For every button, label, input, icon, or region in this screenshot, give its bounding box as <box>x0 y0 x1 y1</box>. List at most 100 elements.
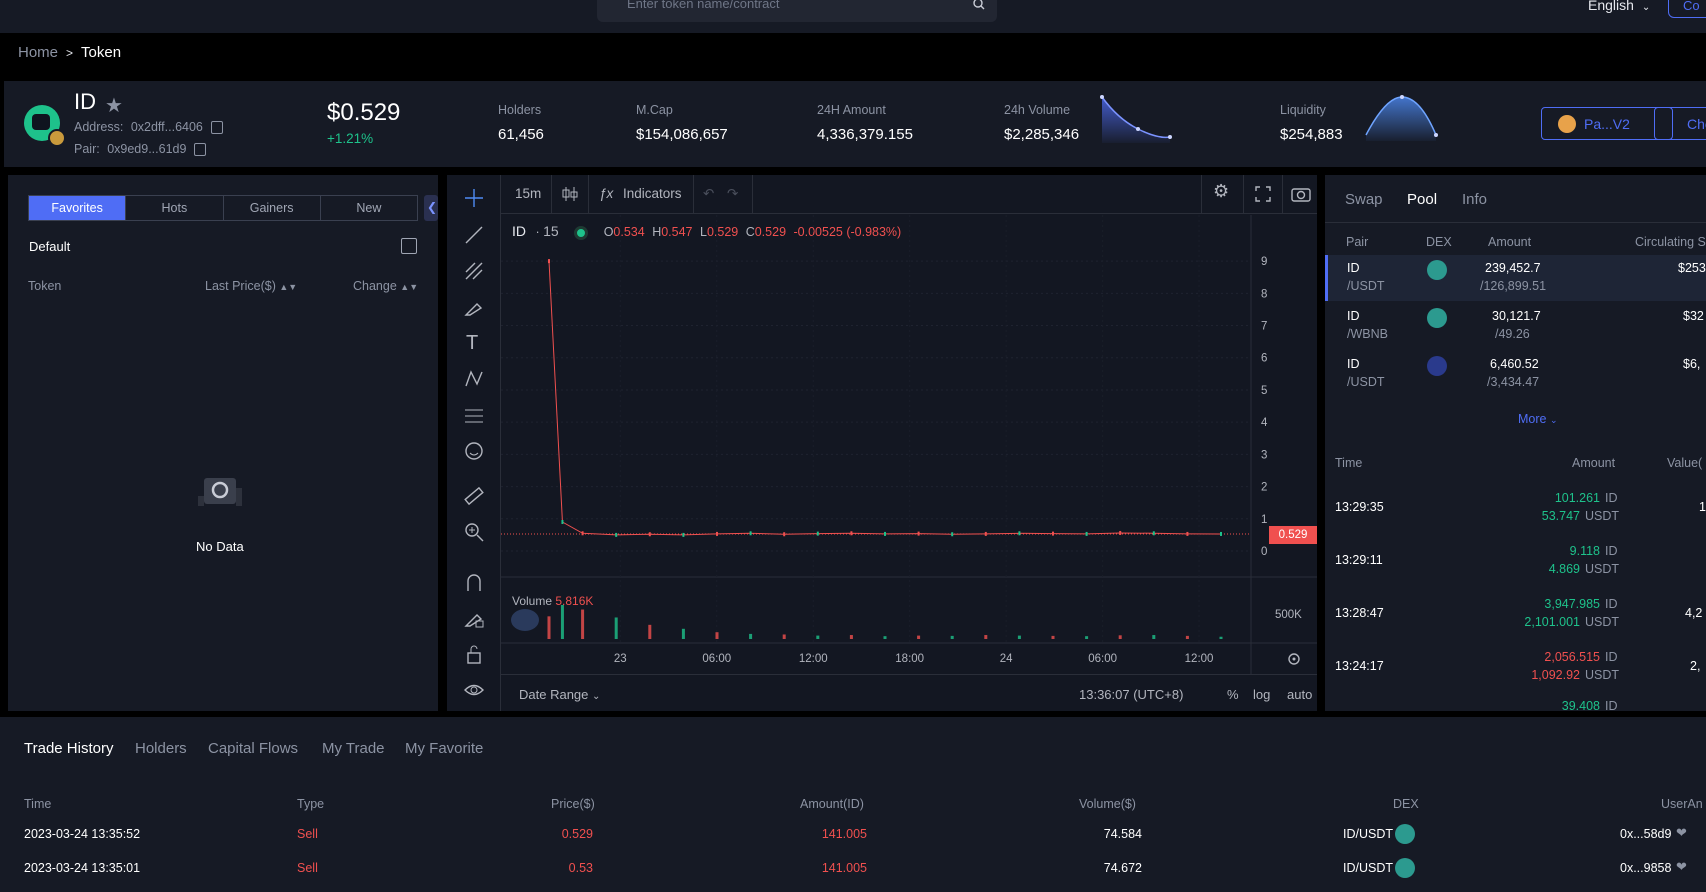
check-button[interactable]: Chec <box>1654 107 1706 140</box>
stat-24h-amount-value: 4,336,379.155 <box>817 126 913 143</box>
token-header: ID ★ Address: 0x2dff...6406 Pair: 0x9ed9… <box>4 81 1706 167</box>
y-tick-label: 0 <box>1261 546 1267 558</box>
pool-col-amount: Amount <box>1488 235 1532 249</box>
chevron-down-icon: ⌄ <box>1641 2 1651 13</box>
edit-icon[interactable] <box>401 238 417 254</box>
tab-trade-history[interactable]: Trade History <box>24 740 113 757</box>
lock-drawings-icon[interactable] <box>463 607 485 629</box>
axis-settings-icon[interactable] <box>1286 651 1302 667</box>
fullscreen-icon[interactable] <box>1255 186 1271 202</box>
candle-style-icon[interactable] <box>561 185 579 203</box>
candle <box>783 532 786 537</box>
unlock-icon[interactable] <box>463 643 485 665</box>
token-search-input[interactable]: Enter token name/contract <box>597 0 997 22</box>
col-time: Time <box>24 797 52 811</box>
fib-tool-icon[interactable] <box>463 260 485 282</box>
table-row[interactable]: 2023-03-24 13:35:01 Sell 0.53 141.005 74… <box>0 853 1706 883</box>
search-icon[interactable] <box>973 0 985 10</box>
trendline-icon[interactable] <box>463 224 485 246</box>
candle <box>648 532 651 537</box>
chart-logo-icon <box>511 609 539 631</box>
trade-row: 13:29:35 101.261 ID 53.747 USDT 1 <box>1335 491 1706 523</box>
tab-my-favorite[interactable]: My Favorite <box>405 740 483 757</box>
brush-icon[interactable] <box>463 296 485 318</box>
pool-row[interactable]: ID /USDT 239,452.7 /126,899.51 $253 <box>1325 255 1706 301</box>
token-address: Address: 0x2dff...6406 <box>74 120 223 135</box>
breadcrumb-home[interactable]: Home <box>18 44 58 61</box>
indicators-button[interactable]: Indicators <box>623 186 682 201</box>
tab-swap[interactable]: Swap <box>1345 191 1383 208</box>
tab-pool[interactable]: Pool <box>1407 191 1437 208</box>
volume-bar <box>917 635 921 639</box>
volume-bar <box>547 616 551 639</box>
tab-gainers[interactable]: Gainers <box>224 196 321 220</box>
candle <box>581 531 584 536</box>
copy-address-icon[interactable] <box>210 121 223 135</box>
settings-gear-icon[interactable]: ⚙ <box>1213 181 1229 202</box>
date-range-select[interactable]: Date Range ⌄ <box>519 687 600 702</box>
interval-select[interactable]: 15m <box>515 186 541 201</box>
crosshair-icon[interactable] <box>463 187 485 209</box>
pool-col-dex: DEX <box>1426 235 1452 249</box>
copy-pair-icon[interactable] <box>194 143 207 157</box>
heart-icon[interactable]: ❤ <box>1676 859 1687 875</box>
candle <box>548 259 550 264</box>
col-last-price[interactable]: Last Price($) ▲▼ <box>205 279 297 293</box>
price-plot[interactable]: 9 8 7 6 5 4 3 2 1 0 23 06:00 12:00 18:00 24 06:00 12:00 <box>501 215 1317 674</box>
tab-info[interactable]: Info <box>1462 191 1487 208</box>
pattern-icon[interactable] <box>463 368 485 390</box>
col-change[interactable]: Change ▲▼ <box>353 279 418 293</box>
percent-scale-toggle[interactable]: % <box>1227 687 1239 702</box>
volume-bar <box>614 617 618 639</box>
candle <box>682 532 685 537</box>
col-price: Price($) <box>551 797 595 811</box>
pool-row[interactable]: ID /USDT 6,460.52 /3,434.47 $6, <box>1325 351 1706 397</box>
table-row[interactable]: 2023-03-24 13:35:52 Sell 0.529 141.005 7… <box>0 819 1706 849</box>
volume-bar <box>849 635 853 639</box>
connect-button[interactable]: Co <box>1668 0 1706 18</box>
x-tick-label: 24 <box>1000 653 1013 665</box>
token-logo <box>24 105 66 147</box>
trade-col-value: Value( <box>1667 456 1703 470</box>
token-symbol: ID <box>74 89 96 114</box>
screenshot-camera-icon[interactable] <box>1291 185 1311 203</box>
sort-icon: ▲▼ <box>400 282 419 292</box>
favorite-star-icon[interactable]: ★ <box>105 93 123 118</box>
heart-icon[interactable]: ❤ <box>1676 825 1687 841</box>
tab-hots[interactable]: Hots <box>126 196 224 220</box>
trade-col-amount: Amount <box>1572 456 1616 470</box>
tab-new[interactable]: New <box>321 196 417 220</box>
volume-bar <box>984 635 988 639</box>
language-select[interactable]: English ⌄ <box>1588 0 1650 13</box>
stat-mcap-label: M.Cap <box>636 103 673 117</box>
collapse-panel-button[interactable]: ❮ <box>424 195 438 221</box>
tab-favorites[interactable]: Favorites <box>29 196 127 220</box>
price-chart-panel: T 15m ƒx Indicators ↶ ↷ ⚙ ID · 15 O0.534… <box>447 175 1317 711</box>
prediction-icon[interactable] <box>463 404 485 426</box>
tab-holders[interactable]: Holders <box>135 740 187 757</box>
price-change: +1.21% <box>327 131 374 146</box>
tab-my-trade[interactable]: My Trade <box>322 740 385 757</box>
text-tool-icon[interactable]: T <box>466 332 478 355</box>
magnet-icon[interactable] <box>463 571 485 593</box>
pancakeswap-icon <box>1427 260 1447 280</box>
candle <box>917 531 920 536</box>
search-placeholder: Enter token name/contract <box>627 0 780 11</box>
x-tick-label: 23 <box>614 653 627 665</box>
candle <box>1152 531 1155 536</box>
more-pools-link[interactable]: More ⌄ <box>1518 412 1558 426</box>
eye-icon[interactable] <box>463 679 485 701</box>
x-tick-label: 12:00 <box>799 653 828 665</box>
redo-icon[interactable]: ↷ <box>727 186 738 202</box>
pool-row[interactable]: ID /WBNB 30,121.7 /49.26 $32 <box>1325 303 1706 349</box>
log-scale-toggle[interactable]: log <box>1253 687 1270 702</box>
auto-scale-toggle[interactable]: auto <box>1287 687 1312 702</box>
ruler-icon[interactable] <box>463 485 485 507</box>
undo-icon[interactable]: ↶ <box>703 186 714 202</box>
pancakeswap-icon <box>1395 858 1415 878</box>
emoji-icon[interactable] <box>463 440 485 462</box>
x-tick-label: 06:00 <box>1088 653 1117 665</box>
zoom-in-icon[interactable] <box>463 521 485 543</box>
tab-capital-flows[interactable]: Capital Flows <box>208 740 298 757</box>
col-dex: DEX <box>1393 797 1419 811</box>
